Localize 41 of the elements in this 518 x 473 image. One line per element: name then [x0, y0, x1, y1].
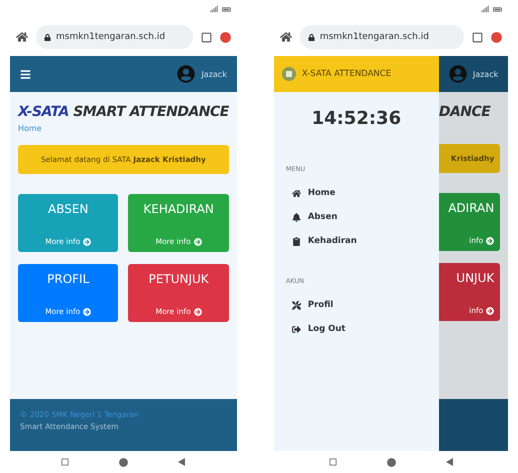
- battery-icon: [222, 4, 231, 14]
- drawer-item[interactable]: Profil: [274, 293, 439, 317]
- user-name[interactable]: Jazack: [201, 70, 227, 78]
- menu-icon[interactable]: [20, 68, 31, 80]
- drawer-item[interactable]: Log Out: [274, 317, 439, 341]
- bell-icon: [292, 212, 301, 222]
- logout-icon: [292, 324, 301, 334]
- back-icon[interactable]: [178, 458, 186, 466]
- extension-icon[interactable]: [491, 32, 502, 42]
- home-icon: [292, 188, 301, 198]
- signal-icon: [210, 5, 218, 13]
- brand-name: X-SATA ATTENDANCE: [302, 69, 392, 79]
- battery-icon: [493, 4, 502, 14]
- breadcrumb-link[interactable]: Home: [18, 124, 229, 133]
- home-icon[interactable]: [16, 31, 28, 43]
- clipboard-icon: [292, 236, 301, 246]
- extension-icon[interactable]: [220, 32, 231, 42]
- page-footer: [438, 399, 508, 451]
- home-button-icon[interactable]: [387, 458, 396, 466]
- drawer-item[interactable]: Absen: [274, 205, 439, 229]
- back-icon[interactable]: [446, 458, 454, 466]
- clock: 14:52:36: [310, 108, 402, 129]
- page-title: X-SATA SMART ATTENDANCE: [18, 103, 229, 122]
- signal-icon: [481, 5, 490, 13]
- tabs-icon[interactable]: [472, 32, 484, 42]
- page-title: DANCE: [438, 103, 490, 122]
- home-button-icon[interactable]: [119, 458, 128, 466]
- tools-icon: [292, 300, 301, 310]
- tabs-icon[interactable]: [200, 32, 212, 42]
- recent-apps-icon[interactable]: [61, 458, 70, 466]
- user-name[interactable]: Jazack: [472, 70, 498, 78]
- drawer-item[interactable]: Kehadiran: [274, 229, 439, 253]
- url-field[interactable]: msmkn1tengaran.sch.id: [36, 25, 193, 49]
- logo-icon: [282, 67, 296, 81]
- drawer-item[interactable]: Home: [274, 181, 439, 205]
- lock-icon: [308, 34, 315, 40]
- lock-icon: [44, 34, 51, 40]
- home-icon[interactable]: [280, 31, 292, 43]
- url-field[interactable]: msmkn1tengaran.sch.id: [300, 25, 464, 49]
- recent-apps-icon[interactable]: [329, 458, 338, 466]
- avatar-icon[interactable]: [177, 65, 196, 83]
